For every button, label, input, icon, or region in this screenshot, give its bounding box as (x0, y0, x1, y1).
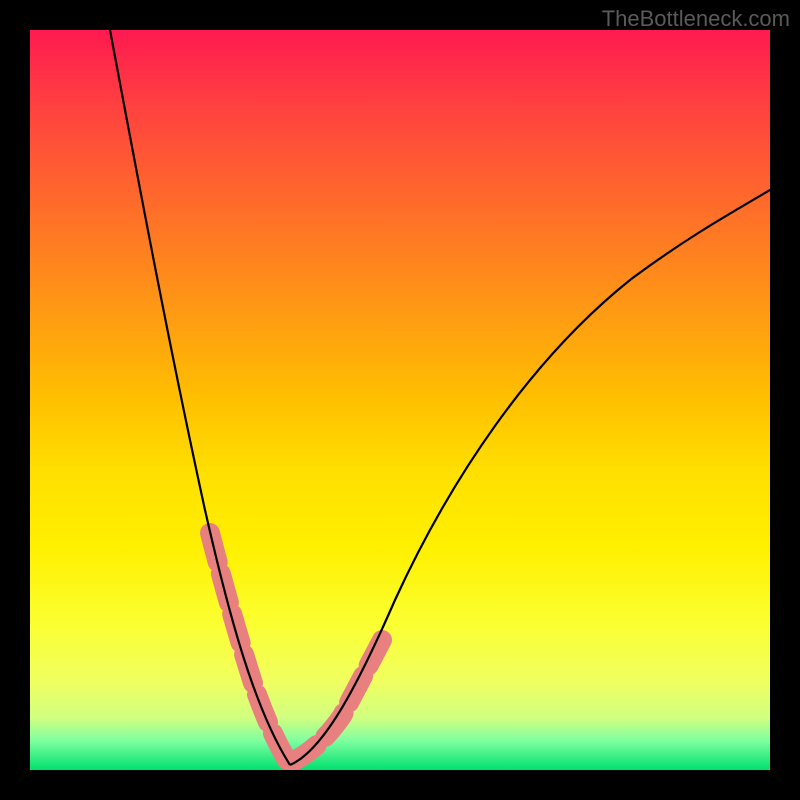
plot-area (30, 30, 770, 770)
curve-layer (30, 30, 770, 770)
curve-left-branch (110, 30, 290, 765)
watermark: TheBottleneck.com (602, 6, 790, 32)
highlight-band-left (210, 533, 288, 762)
